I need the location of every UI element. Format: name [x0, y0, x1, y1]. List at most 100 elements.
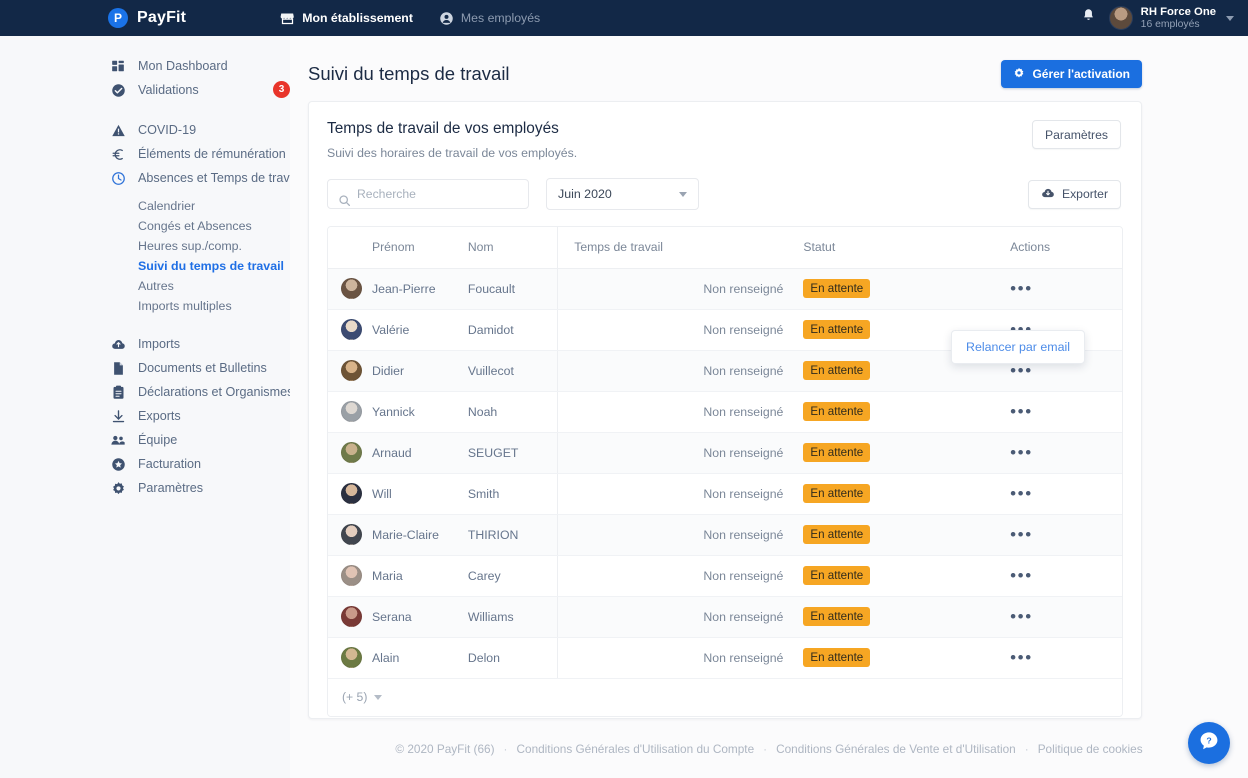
- sidebar-item-covid-19[interactable]: COVID-19: [0, 118, 290, 142]
- page-title: Suivi du temps de travail: [308, 63, 510, 84]
- footer-link-cgv-utilisation[interactable]: Conditions Générales de Vente et d'Utili…: [776, 742, 1016, 756]
- sidebar-item-absences-et-temps-de-travail[interactable]: Absences et Temps de travail: [0, 166, 302, 190]
- parametres-button[interactable]: Paramètres: [1032, 120, 1121, 149]
- document-icon: [110, 360, 126, 376]
- avatar: [341, 319, 362, 340]
- sidebar-item-label: Déclarations et Organismes: [138, 385, 294, 399]
- cell-nom: Williams: [467, 596, 558, 638]
- th-avatar: [328, 227, 372, 269]
- status-badge: En attente: [803, 607, 871, 626]
- cell-nom: Carey: [467, 555, 558, 597]
- sidebar-subitem-calendrier[interactable]: Calendrier: [0, 196, 290, 216]
- topnav-mes-employes[interactable]: Mes employés: [439, 11, 540, 26]
- sidebar-item-exports[interactable]: Exports: [0, 404, 290, 428]
- notification-bell-icon[interactable]: [1081, 8, 1096, 28]
- avatar: [341, 524, 362, 545]
- sidebar-subitem-imports-multiples[interactable]: Imports multiples: [0, 296, 290, 316]
- download-icon: [110, 408, 126, 424]
- main-content: Suivi du temps de travail Gérer l'activa…: [290, 36, 1248, 778]
- card-title: Temps de travail de vos employés: [327, 120, 559, 137]
- relancer-par-email-menu-item[interactable]: Relancer par email: [951, 330, 1085, 364]
- cell-temps-de-travail: Non renseigné: [557, 514, 798, 556]
- cell-statut: En attente: [797, 514, 973, 556]
- sidebar-item-label: Absences et Temps de travail: [138, 171, 303, 185]
- table-row[interactable]: Jean-Pierre Foucault Non renseigné En atten…: [328, 268, 1122, 310]
- sidebar-item-elements-de-remuneration[interactable]: Éléments de rémunération: [0, 142, 290, 166]
- cell-avatar: [328, 432, 372, 474]
- avatar: [341, 401, 362, 422]
- chevron-down-icon: [679, 191, 687, 197]
- table-row[interactable]: Serana Williams Non renseigné En attente •••: [328, 596, 1122, 638]
- topnav-mon-etablissement[interactable]: Mon établissement: [280, 11, 413, 26]
- show-more-row[interactable]: (+ 5): [328, 678, 1122, 716]
- period-select[interactable]: Juin 2020: [546, 178, 699, 210]
- footer-link-cgu-compte[interactable]: Conditions Générales d'Utilisation du Co…: [516, 742, 754, 756]
- sidebar-item-label: Exports: [138, 409, 181, 423]
- footer-link-politique-cookies[interactable]: Politique de cookies: [1038, 742, 1143, 756]
- help-button[interactable]: ?: [1188, 722, 1230, 764]
- sidebar-item-imports[interactable]: Imports: [0, 332, 290, 356]
- sidebar-item-documents-et-bulletins[interactable]: Documents et Bulletins: [0, 356, 290, 380]
- status-badge: En attente: [803, 566, 871, 585]
- th-temps-de-travail: Temps de travail: [557, 227, 798, 269]
- cell-prenom: Yannick: [371, 391, 468, 433]
- cell-avatar: [328, 596, 372, 638]
- account-employee-count: 16 employés: [1140, 18, 1200, 30]
- cell-temps-de-travail: Non renseigné: [557, 637, 798, 679]
- row-actions-menu-button[interactable]: •••: [1010, 402, 1033, 421]
- sidebar-item-label: Documents et Bulletins: [138, 361, 267, 375]
- brand-logo[interactable]: P PayFit: [108, 8, 186, 28]
- sidebar-item-facturation[interactable]: Facturation: [0, 452, 290, 476]
- row-actions-menu-button[interactable]: •••: [1010, 443, 1033, 462]
- search-box[interactable]: [327, 179, 529, 209]
- avatar: [341, 647, 362, 668]
- cell-avatar: [328, 309, 372, 351]
- relancer-par-email-label: Relancer par email: [966, 340, 1070, 354]
- table-row[interactable]: Alain Delon Non renseigné En attente •••: [328, 637, 1122, 679]
- sidebar-item-equipe[interactable]: Équipe: [0, 428, 290, 452]
- cell-avatar: [328, 350, 372, 392]
- cell-temps-de-travail: Non renseigné: [557, 555, 798, 597]
- period-select-value: Juin 2020: [558, 187, 612, 201]
- cell-avatar: [328, 391, 372, 433]
- sidebar-divider-2: [0, 316, 290, 332]
- gear-icon: [110, 480, 126, 496]
- status-badge: En attente: [803, 525, 871, 544]
- search-input[interactable]: [328, 187, 528, 201]
- table-row[interactable]: Marie-Claire THIRION Non renseigné En atten…: [328, 514, 1122, 556]
- row-actions-menu-button[interactable]: •••: [1010, 566, 1033, 585]
- card-header: Temps de travail de vos employés Suivi d…: [309, 102, 1141, 160]
- row-actions-menu-button[interactable]: •••: [1010, 484, 1033, 503]
- dashboard-icon: [110, 58, 126, 74]
- row-actions-menu-button[interactable]: •••: [1010, 648, 1033, 667]
- status-badge: En attente: [803, 279, 871, 298]
- show-more-label: (+ 5): [342, 690, 368, 704]
- status-badge: En attente: [803, 648, 871, 667]
- sidebar-subitem-conges-et-absences[interactable]: Congés et Absences: [0, 216, 290, 236]
- table-row[interactable]: Will Smith Non renseigné En attente •••: [328, 473, 1122, 515]
- account-menu[interactable]: RH Force One 16 employés: [1108, 6, 1234, 31]
- sidebar-item-validations[interactable]: Validations 3: [0, 78, 290, 102]
- avatar: [341, 483, 362, 504]
- sidebar-item-declarations-et-organismes[interactable]: Déclarations et Organismes: [0, 380, 294, 404]
- validations-count-badge: 3: [273, 81, 290, 98]
- cell-temps-de-travail: Non renseigné: [557, 473, 798, 515]
- sidebar-subitem-heures-sup-comp[interactable]: Heures sup./comp.: [0, 236, 290, 256]
- row-actions-menu-button[interactable]: •••: [1010, 279, 1033, 298]
- avatar: [341, 442, 362, 463]
- sidebar-subitem-autres[interactable]: Autres: [0, 276, 290, 296]
- table-row[interactable]: Yannick Noah Non renseigné En attente •••: [328, 391, 1122, 433]
- gerer-activation-button[interactable]: Gérer l'activation: [1001, 60, 1142, 88]
- row-actions-menu-button[interactable]: •••: [1010, 607, 1033, 626]
- sidebar-subitem-suivi-du-temps-de-travail[interactable]: Suivi du temps de travail: [0, 256, 290, 276]
- employees-table: Prénom Nom Temps de travail Statut Actio…: [328, 227, 1122, 679]
- cell-prenom: Alain: [371, 637, 468, 679]
- table-row[interactable]: Arnaud SEUGET Non renseigné En attente •••: [328, 432, 1122, 474]
- cell-prenom: Arnaud: [371, 432, 468, 474]
- sidebar-item-mon-dashboard[interactable]: Mon Dashboard: [0, 54, 290, 78]
- store-icon: [280, 11, 295, 26]
- table-row[interactable]: Maria Carey Non renseigné En attente •••: [328, 555, 1122, 597]
- exporter-button[interactable]: Exporter: [1027, 179, 1121, 209]
- row-actions-menu-button[interactable]: •••: [1010, 525, 1033, 544]
- sidebar-item-parametres[interactable]: Paramètres: [0, 476, 290, 500]
